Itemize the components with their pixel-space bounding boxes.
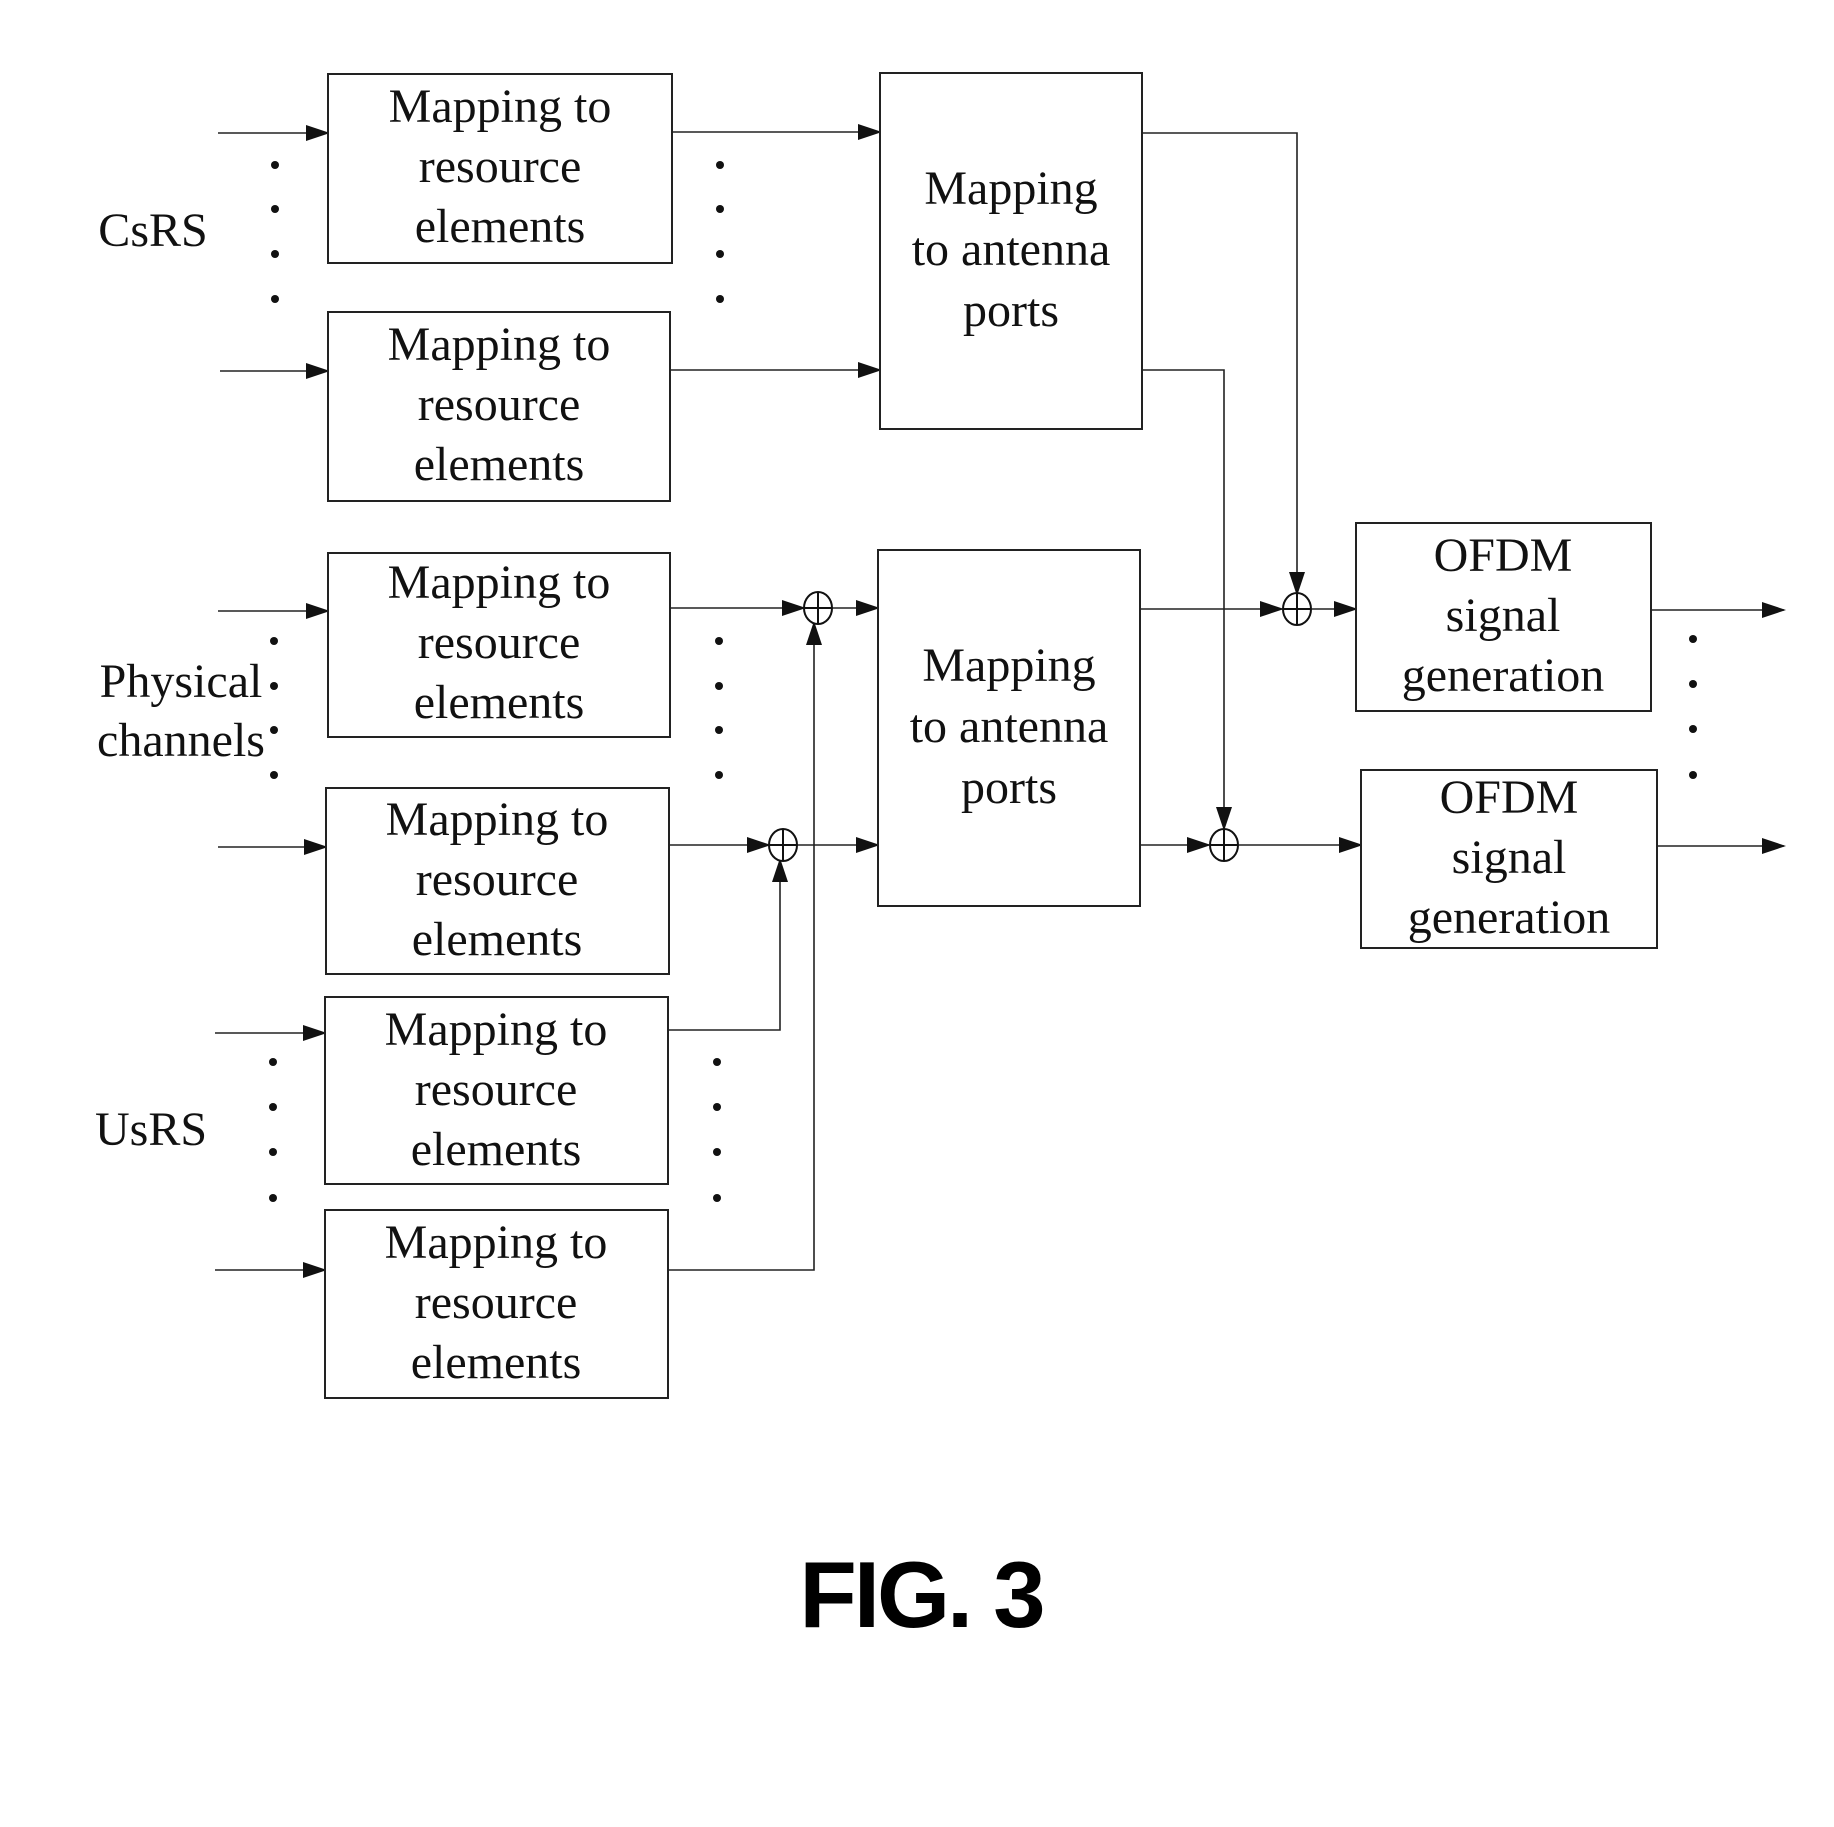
group-label-csrs: CsRS bbox=[98, 204, 207, 257]
dot bbox=[713, 1194, 721, 1202]
block-line: Mapping to bbox=[388, 556, 611, 609]
block-line: OFDM bbox=[1440, 771, 1579, 824]
figure-caption: FIG. 3 bbox=[799, 1542, 1042, 1647]
dot bbox=[271, 161, 279, 169]
adder-a bbox=[803, 591, 833, 625]
group-label-usrs: UsRS bbox=[95, 1103, 207, 1156]
block-line: elements bbox=[414, 676, 585, 729]
group-label-physical-channels-line-2: channels bbox=[97, 714, 265, 767]
block-line: ports bbox=[963, 284, 1059, 337]
wire-usrs-1-to-adder-b bbox=[668, 858, 788, 1031]
dot bbox=[715, 726, 723, 734]
block-line: elements bbox=[415, 200, 586, 253]
dot bbox=[271, 250, 279, 258]
dot bbox=[1689, 725, 1697, 733]
wire-ap1-out-1-to-adder-c bbox=[1142, 132, 1305, 596]
antenna-port-mapping-block-1: Mapping to antenna ports bbox=[879, 72, 1143, 430]
block-line: signal bbox=[1446, 589, 1561, 642]
adder-d bbox=[1209, 828, 1239, 862]
re-mapping-block-usrs-1: Mapping to resource elements bbox=[324, 996, 669, 1185]
block-line: Mapping to bbox=[385, 1216, 608, 1269]
re-mapping-block-usrs-2: Mapping to resource elements bbox=[324, 1209, 669, 1399]
dot bbox=[269, 1148, 277, 1156]
dot bbox=[715, 637, 723, 645]
block-line: resource bbox=[418, 616, 581, 669]
dot bbox=[269, 1058, 277, 1066]
dot bbox=[1689, 635, 1697, 643]
ofdm-signal-generation-block-1: OFDM signal generation bbox=[1355, 522, 1652, 712]
block-line: Mapping to bbox=[385, 1003, 608, 1056]
block-line: ports bbox=[961, 761, 1057, 814]
block-line: Mapping to bbox=[389, 80, 612, 133]
adder-c bbox=[1282, 592, 1312, 626]
block-line: Mapping bbox=[924, 162, 1097, 215]
dot bbox=[270, 682, 278, 690]
block-line: elements bbox=[411, 1123, 582, 1176]
re-mapping-block-csrs-2: Mapping to resource elements bbox=[327, 311, 671, 502]
re-mapping-block-phys-2: Mapping to resource elements bbox=[325, 787, 670, 975]
block-line: elements bbox=[411, 1336, 582, 1389]
wire-usrs-2-to-adder-a bbox=[668, 621, 822, 1271]
dot bbox=[715, 771, 723, 779]
dot bbox=[271, 295, 279, 303]
block-line: generation bbox=[1408, 891, 1611, 944]
dot bbox=[1689, 771, 1697, 779]
re-mapping-block-csrs-1: Mapping to resource elements bbox=[327, 73, 673, 264]
dot bbox=[269, 1103, 277, 1111]
dot bbox=[713, 1058, 721, 1066]
block-line: elements bbox=[414, 438, 585, 491]
block-line: resource bbox=[416, 853, 579, 906]
dot bbox=[713, 1103, 721, 1111]
block-line: resource bbox=[418, 378, 581, 431]
block-line: Mapping to bbox=[386, 793, 609, 846]
adder-b bbox=[768, 828, 798, 862]
block-line: generation bbox=[1402, 649, 1605, 702]
block-line: to antenna bbox=[912, 223, 1111, 276]
block-line: resource bbox=[415, 1276, 578, 1329]
dot bbox=[1689, 680, 1697, 688]
dot bbox=[271, 205, 279, 213]
ofdm-signal-generation-block-2: OFDM signal generation bbox=[1360, 769, 1658, 949]
dot bbox=[716, 161, 724, 169]
dot bbox=[716, 250, 724, 258]
antenna-port-mapping-block-2: Mapping to antenna ports bbox=[877, 549, 1141, 907]
group-label-physical-channels-line-1: Physical bbox=[100, 655, 263, 708]
dot bbox=[716, 205, 724, 213]
block-diagram: Mapping to resource elements Mapping to … bbox=[95, 72, 1786, 1647]
dot bbox=[270, 726, 278, 734]
block-line: OFDM bbox=[1434, 529, 1573, 582]
block-line: resource bbox=[419, 140, 582, 193]
dot bbox=[269, 1194, 277, 1202]
block-line: resource bbox=[415, 1063, 578, 1116]
block-line: Mapping to bbox=[388, 318, 611, 371]
wire-ap1-out-2-to-adder-d bbox=[1142, 369, 1232, 831]
dot bbox=[715, 682, 723, 690]
re-mapping-block-phys-1: Mapping to resource elements bbox=[327, 552, 671, 738]
block-line: Mapping bbox=[922, 639, 1095, 692]
dot bbox=[716, 295, 724, 303]
block-line: elements bbox=[412, 913, 583, 966]
dot bbox=[713, 1148, 721, 1156]
block-line: to antenna bbox=[910, 700, 1109, 753]
dot bbox=[270, 637, 278, 645]
block-line: signal bbox=[1452, 831, 1567, 884]
dot bbox=[270, 771, 278, 779]
